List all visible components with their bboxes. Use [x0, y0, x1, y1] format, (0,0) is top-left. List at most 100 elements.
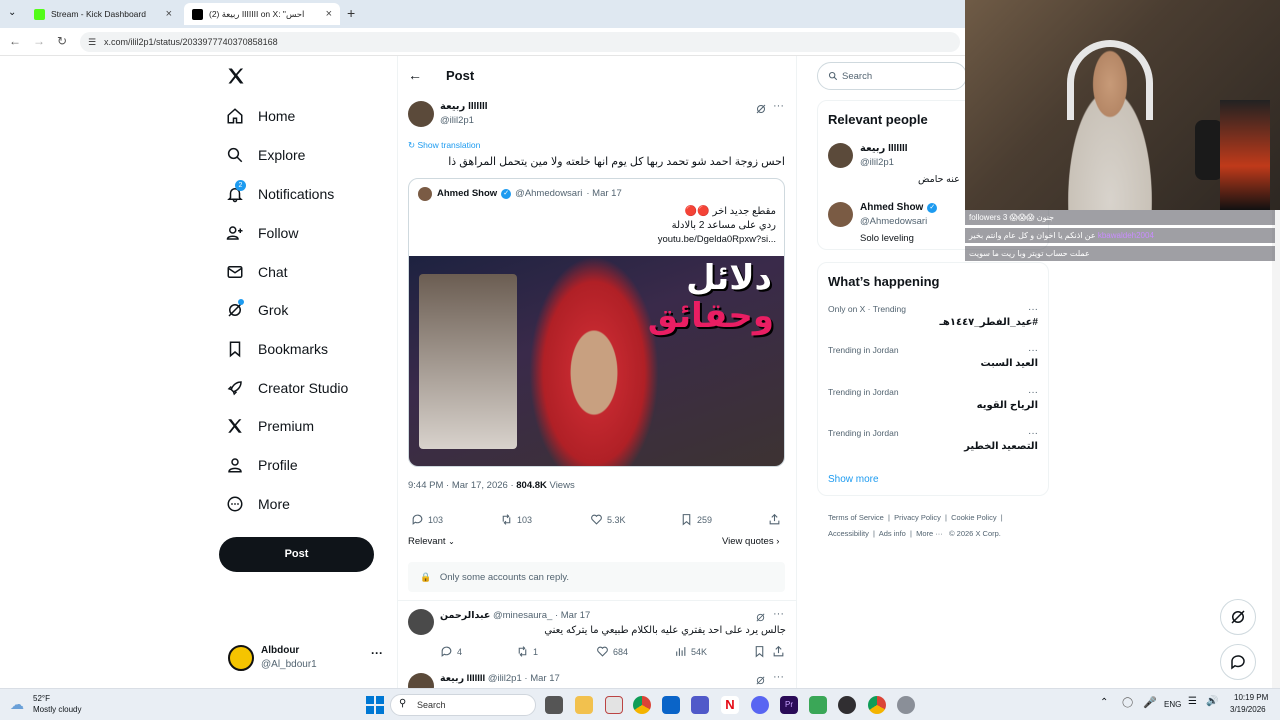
account-switcher[interactable]: Albdour @Al_bdour1 ··· [226, 642, 386, 676]
netflix-icon[interactable]: N [721, 696, 739, 714]
back-icon[interactable]: ← [9, 34, 21, 48]
more-dots-icon[interactable]: ··· [1028, 345, 1038, 356]
outlook-icon[interactable] [662, 696, 680, 714]
more-dots-icon[interactable]: ··· [773, 671, 784, 683]
unknown-app-icon[interactable] [605, 696, 623, 714]
footer-link[interactable]: Terms of Service [828, 513, 884, 522]
reply-button[interactable]: 103 [411, 513, 443, 526]
microphone-icon[interactable]: 🎤 [1143, 696, 1157, 709]
nav-premium[interactable]: Premium [226, 411, 314, 441]
wifi-icon[interactable]: ☰ [1188, 696, 1197, 707]
back-arrow-icon[interactable]: ← [408, 67, 422, 83]
nav-follow[interactable]: Follow [226, 218, 298, 248]
show-translation-link[interactable]: ↻ Show translation [408, 140, 480, 151]
avatar[interactable] [408, 101, 434, 127]
nav-chat[interactable]: Chat [226, 257, 288, 287]
like-button[interactable]: 5.3K [590, 513, 626, 526]
close-icon[interactable]: × [326, 8, 332, 20]
tray-chevron-icon[interactable]: ⌃ [1100, 697, 1108, 708]
language-indicator[interactable]: ENG [1164, 700, 1181, 709]
tab-kick-dashboard[interactable]: Stream - Kick Dashboard × [26, 3, 180, 25]
nav-bookmarks[interactable]: Bookmarks [226, 334, 328, 364]
avatar[interactable] [828, 143, 853, 168]
site-info-icon[interactable]: ☰ [88, 32, 96, 52]
x-logo-icon[interactable] [226, 66, 246, 86]
video-thumbnail[interactable]: دلائل وحقائق [409, 256, 784, 466]
search-box[interactable]: Search [817, 62, 967, 90]
more-dots-icon[interactable]: ··· [371, 646, 383, 660]
chrome-icon[interactable] [633, 696, 651, 714]
trend-item[interactable]: Only on X · Trending ··· #عيد_الفطر_١٤٤٧… [828, 304, 1040, 334]
repost-button[interactable]: 103 [500, 513, 532, 526]
reply-button[interactable]: 4 [440, 645, 462, 658]
footer-link[interactable]: Privacy Policy [894, 513, 941, 522]
clock-date[interactable]: 3/19/2026 [1230, 705, 1266, 714]
volume-icon[interactable]: 🔊 [1206, 696, 1218, 707]
person-name[interactable]: Ahmed Show [860, 202, 923, 213]
sort-relevant-dropdown[interactable]: Relevant ⌄ [408, 536, 455, 547]
tray-icon[interactable]: ◯ [1122, 697, 1133, 708]
trend-item[interactable]: Trending in Jordan ··· التصعيد الخطير [828, 428, 1040, 458]
nav-more[interactable]: More [226, 489, 290, 519]
avatar[interactable] [828, 202, 853, 227]
footer-link[interactable]: Ads info [879, 529, 906, 538]
nav-notifications[interactable]: 2 Notifications [226, 179, 334, 209]
quoted-post-card[interactable]: Ahmed Show ✓ @Ahmedowsari · Mar 17 مقطع … [408, 178, 785, 467]
person-name[interactable]: ربيعة IIIIIII [860, 143, 908, 154]
like-button[interactable]: 684 [596, 645, 628, 658]
reply-item[interactable]: عبدالرحمن @minesaura_ · Mar 17 ··· جالس … [398, 600, 796, 666]
view-quotes-link[interactable]: View quotes › [722, 536, 779, 547]
bookmark-icon[interactable] [753, 645, 770, 658]
teams-icon[interactable] [691, 696, 709, 714]
footer-link[interactable]: Cookie Policy [951, 513, 996, 522]
discord-icon[interactable] [751, 696, 769, 714]
trend-item[interactable]: Trending in Jordan ··· العيد السبت [828, 345, 1040, 375]
chrome-icon[interactable] [868, 696, 886, 714]
nav-creator-studio[interactable]: Creator Studio [226, 373, 348, 403]
tab-list-chevron-icon[interactable]: ⌄ [8, 7, 16, 18]
reply-item[interactable]: ربيعة IIIIIII @ilil2p1 · Mar 17 ··· [398, 670, 796, 688]
grok-fab[interactable] [1220, 599, 1256, 635]
nav-grok[interactable]: Grok [226, 295, 288, 325]
post-button[interactable]: Post [219, 537, 374, 572]
grok-icon[interactable] [755, 102, 767, 120]
url-field[interactable]: ☰ x.com/ilil2p1/status/20339777403708581… [80, 32, 960, 52]
clock-time[interactable]: 10:19 PM [1234, 693, 1268, 702]
nav-home[interactable]: Home [226, 101, 295, 131]
forward-icon[interactable]: → [33, 34, 45, 48]
grok-icon[interactable] [755, 673, 766, 688]
nav-profile[interactable]: Profile [226, 450, 298, 480]
chat-fab[interactable] [1220, 644, 1256, 680]
trend-item[interactable]: Trending in Jordan ··· الرياح القويه [828, 387, 1040, 417]
start-button[interactable] [366, 696, 384, 714]
task-view-icon[interactable] [545, 696, 563, 714]
nav-explore[interactable]: Explore [226, 140, 305, 170]
obs-icon[interactable] [838, 696, 856, 714]
more-dots-icon[interactable]: ··· [1028, 428, 1038, 439]
weather-widget[interactable]: ☁ 52°F Mostly cloudy [10, 693, 110, 717]
repost-button[interactable]: 1 [516, 645, 538, 658]
author-name[interactable]: ربيعة IIIIIII [440, 101, 488, 112]
share-icon[interactable] [768, 513, 785, 526]
footer-link[interactable]: Accessibility [828, 529, 869, 538]
new-tab-button[interactable]: + [347, 5, 355, 21]
settings-icon[interactable] [897, 696, 915, 714]
reload-icon[interactable]: ↻ [57, 34, 67, 48]
tab-x-post[interactable]: (2) ربيعة IIIIIII on X: "احس × [184, 3, 340, 25]
more-dots-icon[interactable]: ··· [1028, 304, 1038, 315]
app-green-icon[interactable] [809, 696, 827, 714]
author-handle[interactable]: @ilil2p1 [440, 115, 474, 126]
views-button[interactable]: 54K [674, 645, 707, 658]
premiere-icon[interactable]: Pr [780, 696, 798, 714]
file-explorer-icon[interactable] [575, 696, 593, 714]
close-icon[interactable]: × [166, 8, 172, 20]
footer-link[interactable]: More ··· [916, 529, 943, 538]
quote-link[interactable]: youtu.be/Dgelda0Rpxw?si... [658, 234, 776, 245]
more-dots-icon[interactable]: ··· [1028, 387, 1038, 398]
share-icon[interactable] [772, 645, 789, 658]
more-dots-icon[interactable]: ··· [773, 100, 784, 112]
bookmark-button[interactable]: 259 [680, 513, 712, 526]
taskbar-search[interactable]: ⚲ Search [390, 694, 536, 716]
more-dots-icon[interactable]: ··· [773, 608, 784, 620]
show-more-link[interactable]: Show more [828, 474, 879, 485]
